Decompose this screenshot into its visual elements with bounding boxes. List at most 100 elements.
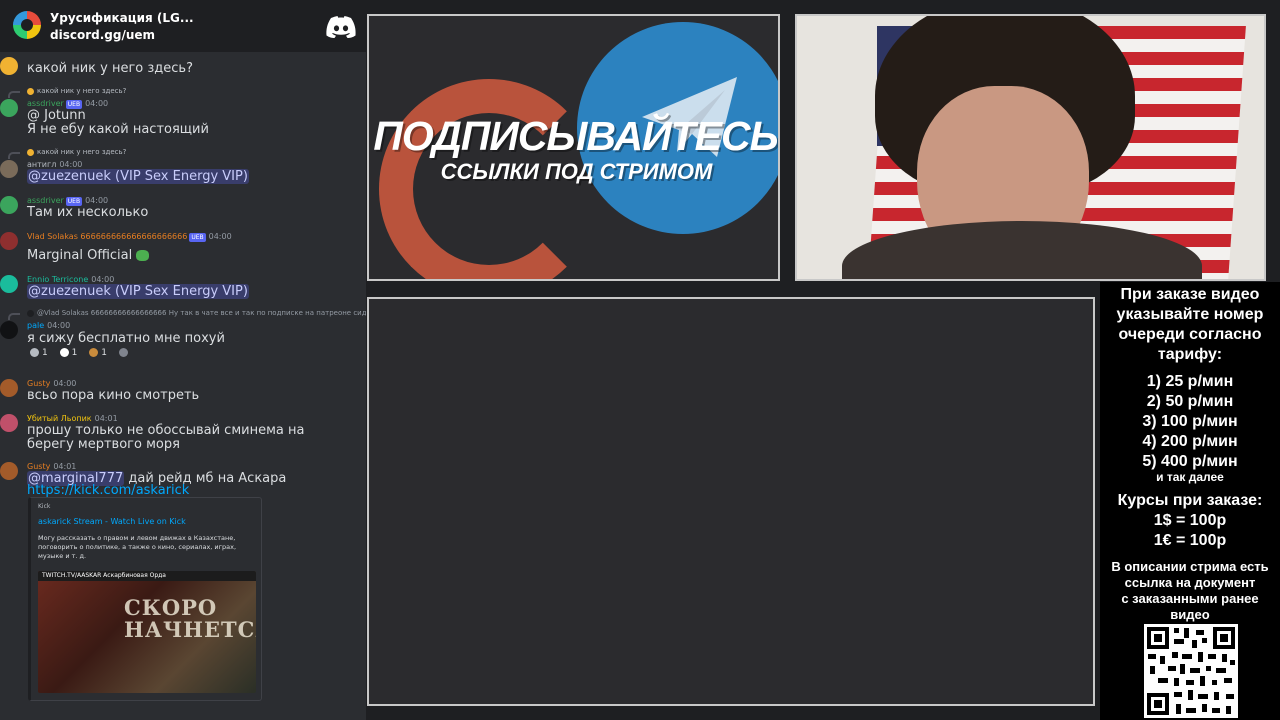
reply-text: Ну так в чате все и так по подписке на п… — [168, 309, 366, 317]
tariff-item: 4) 200 р/мин — [1142, 433, 1238, 450]
avatar[interactable] — [0, 414, 18, 432]
user-mention[interactable]: @zuezenuek (VIP Sex Energy VIP) — [27, 169, 249, 184]
embed-title[interactable]: askarick Stream - Watch Live on Kick — [38, 517, 186, 526]
timestamp: 04:00 — [53, 379, 77, 388]
author-name[interactable]: pale — [27, 321, 44, 330]
avatar[interactable] — [0, 321, 18, 339]
author-name[interactable]: assdriver — [27, 196, 64, 205]
info-text: В описании стрима есть — [1111, 559, 1269, 574]
invite-link[interactable]: discord.gg/uem — [50, 28, 155, 42]
message-text: @zuezenuek (VIP Sex Energy VIP) — [27, 169, 249, 184]
discord-chat-panel: Урусификация (LG... discord.gg/uem какой… — [0, 0, 366, 720]
info-text: тарифу: — [1157, 346, 1223, 363]
author-name[interactable]: Gusty — [27, 379, 50, 388]
message-header: Gusty 04:01 — [27, 462, 76, 471]
reaction-bar: 1 1 1 — [30, 348, 140, 358]
tariff-item: 1) 25 р/мин — [1146, 373, 1234, 390]
rates-title: Курсы при заказе: — [1117, 492, 1263, 509]
info-text: видео — [1170, 607, 1210, 622]
reply-preview[interactable]: @Vlad Solakas 66666666666666666 Ну так в… — [27, 309, 366, 317]
message-text: Я не ебу какой настоящий — [27, 122, 209, 137]
reply-avatar — [27, 87, 34, 95]
avatar[interactable] — [0, 160, 18, 178]
rate-item: 1$ = 100р — [1153, 512, 1227, 529]
server-icon[interactable] — [13, 11, 41, 39]
info-text: и так далее — [1156, 470, 1224, 484]
reply-avatar — [27, 148, 34, 156]
video-player-area — [367, 297, 1095, 706]
message-header: антигл 04:00 — [27, 160, 82, 169]
rate-item: 1€ = 100р — [1153, 532, 1227, 549]
reply-preview[interactable]: какой ник у него здесь? — [27, 148, 126, 156]
message-header: Vlad Solakas 666666666666666666666 UEB 04:… — [27, 232, 232, 242]
reply-text: какой ник у него здесь? — [37, 87, 127, 95]
reaction[interactable]: 1 — [30, 348, 48, 358]
reply-connector — [8, 91, 20, 98]
reaction[interactable]: 1 — [59, 348, 77, 358]
avatar[interactable] — [0, 196, 18, 214]
pepe-emoji-icon — [136, 250, 150, 261]
message-text: всьо пора кино смотреть — [27, 388, 200, 403]
timestamp: 04:00 — [47, 321, 71, 330]
info-text: указывайте номер — [1116, 306, 1264, 323]
reaction-count: 1 — [101, 348, 107, 358]
avatar[interactable] — [0, 462, 18, 480]
message-body: Marginal Official — [27, 248, 133, 263]
message-text: какой ник у него здесь? — [27, 61, 193, 76]
add-reaction-icon — [118, 348, 128, 357]
author-name[interactable]: Ennio Terricone — [27, 275, 88, 284]
timestamp: 04:00 — [91, 275, 115, 284]
author-name[interactable]: антигл — [27, 160, 56, 169]
promo-subtitle: ССЫЛКИ ПОД СТРИМОМ — [440, 159, 713, 184]
embed-provider: Kick — [38, 503, 51, 510]
reply-avatar — [27, 309, 34, 317]
reaction[interactable]: 1 — [89, 348, 107, 358]
thumbnail-banner-text: TWITCH.TV/AASKAR Аскарбиновая Орда — [42, 572, 166, 579]
avatar[interactable] — [0, 379, 18, 397]
embed-thumbnail[interactable]: TWITCH.TV/AASKAR Аскарбиновая Орда СКОРО… — [38, 571, 256, 693]
info-text: с заказанными ранее — [1121, 591, 1259, 606]
info-text: ссылка на документ — [1124, 575, 1256, 590]
emoji-icon — [59, 348, 69, 357]
info-text: очереди согласно — [1118, 326, 1262, 343]
thumbnail-banner: TWITCH.TV/AASKAR Аскарбиновая Орда — [38, 571, 256, 581]
server-name[interactable]: Урусификация (LG... — [50, 11, 194, 25]
timestamp: 04:00 — [85, 196, 109, 205]
link-embed: Kick askarick Stream - Watch Live on Kic… — [28, 497, 262, 701]
message-text: @zuezenuek (VIP Sex Energy VIP) — [27, 284, 249, 299]
add-reaction-button[interactable] — [118, 348, 131, 358]
reply-connector — [8, 152, 20, 159]
info-text: При заказе видео — [1120, 286, 1260, 303]
tariff-item: 2) 50 р/мин — [1146, 393, 1234, 410]
role-badge: UEB — [189, 233, 206, 242]
reply-text: какой ник у него здесь? — [37, 148, 127, 156]
author-name[interactable]: Gusty — [27, 462, 50, 471]
subscribe-banner: ПОДПИСЫВАЙТЕСЬ ССЫЛКИ ПОД СТРИМОМ — [367, 14, 780, 281]
message-header: Ennio Terricone 04:00 — [27, 275, 114, 284]
message-link[interactable]: https://kick.com/askarick — [27, 484, 189, 498]
thumbnail-caption: СКОРО НАЧНЕТСЯ — [124, 595, 256, 642]
emoji-icon — [89, 348, 99, 357]
avatar[interactable] — [0, 99, 18, 117]
author-name[interactable]: assdriver — [27, 99, 64, 108]
embed-description: Могу рассказать о правом и левом движах … — [38, 534, 237, 560]
user-mention[interactable]: @zuezenuek (VIP Sex Energy VIP) — [27, 284, 249, 299]
promo-title: ПОДПИСЫВАЙТЕСЬ — [373, 113, 778, 159]
reaction-count: 1 — [42, 348, 48, 358]
timestamp: 04:01 — [94, 414, 118, 423]
message-text: Там их несколько — [27, 205, 149, 220]
avatar[interactable] — [0, 57, 18, 75]
message-text: Marginal Official — [27, 248, 150, 263]
avatar[interactable] — [0, 232, 18, 250]
timestamp: 04:00 — [85, 99, 109, 108]
avatar[interactable] — [0, 275, 18, 293]
qr-code-icon — [1144, 624, 1238, 718]
tariff-item: 5) 400 р/мин — [1142, 453, 1238, 470]
webcam-feed — [795, 14, 1266, 281]
message-text: я сижу бесплатно мне похуй — [27, 331, 225, 346]
author-name[interactable]: Убитый Льопик — [27, 414, 92, 423]
message-header: pale 04:00 — [27, 321, 70, 330]
reply-preview[interactable]: какой ник у него здесь? — [27, 87, 126, 95]
message-text: @ Jotunn — [27, 108, 86, 123]
author-name[interactable]: Vlad Solakas 666666666666666666666 — [27, 232, 187, 241]
